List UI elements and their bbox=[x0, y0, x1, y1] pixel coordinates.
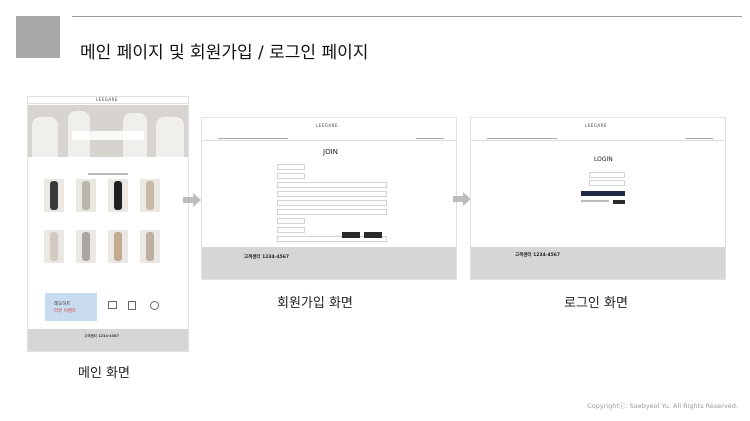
login-button[interactable] bbox=[581, 191, 625, 196]
join-footer: 고객센터 1234-4567 bbox=[202, 247, 456, 279]
caption-main: 메인 화면 bbox=[78, 366, 130, 381]
product-thumb[interactable] bbox=[108, 179, 128, 212]
product-thumb[interactable] bbox=[76, 230, 96, 263]
product-thumb[interactable] bbox=[140, 230, 160, 263]
login-logo: LEEGARE bbox=[585, 123, 607, 128]
main-footer-phone: 고객센터 1234-4567 bbox=[84, 334, 120, 338]
login-footer: 고객센터 1234-4567 bbox=[471, 247, 725, 279]
person-icon bbox=[150, 301, 159, 310]
join-page-screenshot: LEEGARE JOIN 고객센터 1234-4567 bbox=[201, 117, 457, 280]
join-title: JOIN bbox=[323, 148, 338, 156]
section-title-placeholder bbox=[88, 173, 128, 175]
slide-title: 메인 페이지 및 회원가입 / 로그인 페이지 bbox=[80, 43, 369, 63]
address-field[interactable] bbox=[277, 218, 305, 224]
login-join-button[interactable] bbox=[613, 200, 625, 204]
copyright-text: Copyrightⓒ. Saebyeol Yu. All Rights Rese… bbox=[587, 402, 738, 410]
join-menu-placeholder bbox=[218, 138, 288, 139]
main-logo: LEEGARE bbox=[96, 97, 118, 102]
camera-icon bbox=[108, 301, 117, 309]
join-cancel-button[interactable] bbox=[364, 232, 382, 238]
header-rule bbox=[72, 16, 742, 17]
login-menu-placeholder bbox=[487, 138, 557, 139]
hero-caption-band bbox=[72, 131, 144, 140]
login-nav-line bbox=[471, 140, 725, 141]
top-nav-line bbox=[28, 103, 188, 104]
document-icon bbox=[128, 301, 136, 310]
phone-field[interactable] bbox=[277, 200, 387, 206]
arrow-right-icon bbox=[453, 192, 471, 206]
find-account-links[interactable] bbox=[581, 200, 609, 202]
promo-line-2: 리뷰 이벤트 bbox=[54, 309, 77, 314]
promo-line-1: 레오하트 bbox=[54, 302, 71, 307]
product-thumb[interactable] bbox=[44, 179, 64, 212]
review-event-banner[interactable]: 레오하트 리뷰 이벤트 bbox=[45, 293, 97, 321]
id-field[interactable] bbox=[277, 164, 305, 170]
name-field[interactable] bbox=[277, 191, 387, 197]
login-page-screenshot: LEEGARE LOGIN 고객센터 1234-4567 bbox=[470, 117, 726, 280]
decorative-square bbox=[16, 16, 60, 58]
login-util-links-placeholder bbox=[685, 138, 713, 139]
main-page-screenshot: LEEGARE 레오하트 리뷰 이벤트 고객센터 1234-4567 bbox=[27, 96, 189, 352]
email-field[interactable] bbox=[277, 209, 387, 215]
join-submit-button[interactable] bbox=[342, 232, 360, 238]
caption-login: 로그인 화면 bbox=[564, 296, 628, 311]
join-footer-phone: 고객센터 1234-4567 bbox=[244, 255, 290, 260]
password-field[interactable] bbox=[277, 173, 305, 179]
caption-join: 회원가입 화면 bbox=[277, 296, 353, 311]
product-thumb[interactable] bbox=[108, 230, 128, 263]
zipcode-field[interactable] bbox=[277, 227, 305, 233]
product-thumb[interactable] bbox=[140, 179, 160, 212]
password-confirm-field[interactable] bbox=[277, 182, 387, 188]
login-password-field[interactable] bbox=[589, 180, 625, 186]
join-logo: LEEGARE bbox=[316, 123, 338, 128]
hero-banner bbox=[28, 105, 188, 157]
main-footer: 고객센터 1234-4567 bbox=[28, 329, 188, 351]
product-thumb[interactable] bbox=[76, 179, 96, 212]
arrow-right-icon bbox=[183, 193, 201, 207]
login-id-field[interactable] bbox=[589, 172, 625, 178]
join-util-links-placeholder bbox=[416, 138, 444, 139]
join-nav-line bbox=[202, 140, 456, 141]
login-footer-phone: 고객센터 1234-4567 bbox=[515, 253, 561, 258]
login-title: LOGIN bbox=[594, 156, 613, 163]
product-thumb[interactable] bbox=[44, 230, 64, 263]
